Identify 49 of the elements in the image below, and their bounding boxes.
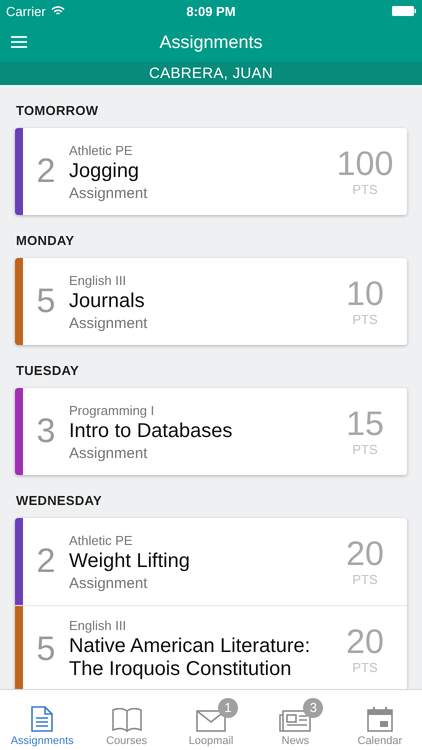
tab-item[interactable]: Assignments xyxy=(0,690,84,750)
points-unit: PTS xyxy=(352,660,378,675)
day-heading: TUESDAY xyxy=(15,362,80,380)
unread-count-badge: 1 xyxy=(218,698,238,718)
points-value: 20 xyxy=(346,536,384,572)
points-unit: PTS xyxy=(352,312,378,327)
course-name: English III xyxy=(69,273,128,288)
envelope-icon xyxy=(196,710,226,732)
assignment-type: Assignment xyxy=(69,185,148,202)
assignment-type: Assignment xyxy=(69,315,148,332)
newspaper-icon xyxy=(279,710,312,732)
course-name: Athletic PE xyxy=(69,533,134,548)
assignment-title: Intro to Databases xyxy=(69,420,234,443)
assignment-card[interactable]: 5 English III Native American Literature: The Iroquois Constitution 20 PTS xyxy=(15,606,407,689)
course-name: Athletic PE xyxy=(69,143,134,158)
book-icon xyxy=(112,708,142,732)
points-value: 100 xyxy=(336,146,394,182)
points-value: 10 xyxy=(346,276,384,312)
page-title: Assignments xyxy=(158,32,264,52)
day-number: 5 xyxy=(36,282,56,321)
wifi-icon xyxy=(50,6,65,16)
carrier-name: Carrier xyxy=(6,4,46,18)
assignment-title: Jogging xyxy=(69,160,140,183)
assignment-title: Native American Literature: The Iroquois Constitution xyxy=(69,635,312,681)
day-heading: TOMORROW xyxy=(15,102,100,120)
points-unit: PTS xyxy=(352,182,378,197)
day-heading: MONDAY xyxy=(15,232,76,250)
day-number: 2 xyxy=(36,542,56,581)
student-name-bar: CABRERA, JUAN xyxy=(0,62,422,85)
points-value: 15 xyxy=(346,406,384,442)
document-icon xyxy=(31,706,54,732)
day-number: 3 xyxy=(36,412,56,451)
day-heading: WEDNESDAY xyxy=(15,492,104,510)
points-unit: PTS xyxy=(352,442,378,457)
calendar-icon xyxy=(366,706,393,732)
menu-icon[interactable] xyxy=(11,36,27,48)
battery-icon xyxy=(392,6,416,16)
unread-count-badge: 3 xyxy=(303,698,324,718)
assignment-title: Weight Lifting xyxy=(69,550,191,573)
course-name: English III xyxy=(69,618,128,633)
day-number: 5 xyxy=(36,630,56,669)
status-time: 8:09 PM xyxy=(185,4,237,18)
points-value: 20 xyxy=(346,624,384,660)
day-number: 2 xyxy=(36,152,56,191)
assignment-type: Assignment xyxy=(69,575,148,592)
points-unit: PTS xyxy=(352,572,378,587)
course-name: Programming I xyxy=(69,403,156,418)
assignment-type: Assignment xyxy=(69,445,148,462)
assignment-title: Journals xyxy=(69,290,146,313)
